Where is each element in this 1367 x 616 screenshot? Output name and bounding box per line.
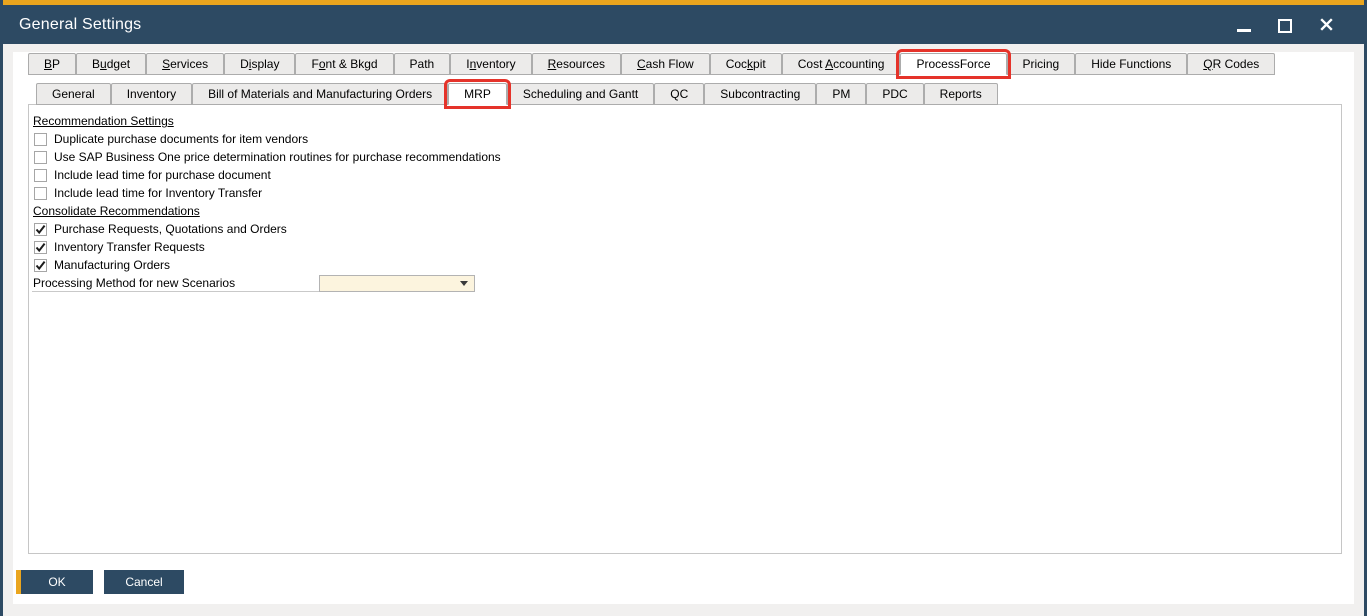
tab-cash-flow[interactable]: Cash Flow <box>621 53 710 75</box>
tab-cockpit[interactable]: Cockpit <box>710 53 782 75</box>
window-title: General Settings <box>19 16 141 34</box>
tab-path[interactable]: Path <box>394 53 451 75</box>
tab-label: MRP <box>464 87 491 101</box>
checkbox-row: Inventory Transfer Requests <box>32 238 1341 256</box>
checkbox-label: Use SAP Business One price determination… <box>54 150 501 164</box>
tab-bp[interactable]: BP <box>28 53 76 75</box>
tab-mrp[interactable]: MRP <box>448 83 507 105</box>
dropdown-label: Processing Method for new Scenarios <box>32 274 319 292</box>
window-controls <box>1236 17 1348 33</box>
checkbox-row: Include lead time for purchase document <box>32 166 1341 184</box>
cancel-button[interactable]: Cancel <box>104 570 184 594</box>
tab-font-bkgd[interactable]: Font & Bkgd <box>295 53 393 75</box>
tab-processforce[interactable]: ProcessForce <box>900 53 1006 75</box>
checkbox-purchase-requests-quotations-and-orders[interactable] <box>34 223 47 236</box>
general-settings-window: General Settings BP Budget Services Display… <box>0 0 1367 616</box>
tab-cost-accounting[interactable]: Cost Accounting <box>782 53 901 75</box>
tab-resources[interactable]: Resources <box>532 53 621 75</box>
tab-label: PDC <box>882 87 907 101</box>
section-heading-recommendation-settings: Recommendation Settings <box>32 112 1341 130</box>
checkbox-row: Manufacturing Orders <box>32 256 1341 274</box>
tab-general[interactable]: General <box>36 83 111 105</box>
tab-label: QR Codes <box>1203 57 1259 71</box>
mrp-settings-pane: Recommendation Settings Duplicate purchas… <box>28 104 1342 554</box>
checkbox-use-sap-business-one-price-determination-routines-for-purchase-recommendations[interactable] <box>34 151 47 164</box>
tab-qr-codes[interactable]: QR Codes <box>1187 53 1275 75</box>
minimize-button[interactable] <box>1236 17 1252 33</box>
tab-label: Hide Functions <box>1091 57 1171 71</box>
tab-label: BP <box>44 57 60 71</box>
processing-method-row: Processing Method for new Scenarios <box>32 274 1341 292</box>
checkbox-label: Manufacturing Orders <box>54 258 170 272</box>
checkbox-manufacturing-orders[interactable] <box>34 259 47 272</box>
checkbox-row: Include lead time for Inventory Transfer <box>32 184 1341 202</box>
tab-label: Inventory <box>127 87 176 101</box>
tab-services[interactable]: Services <box>146 53 224 75</box>
checkbox-label: Include lead time for Inventory Transfer <box>54 186 262 200</box>
processforce-notebook: General Inventory Bill of Materials and Ma… <box>28 83 1342 554</box>
tab-label: Inventory <box>466 57 515 71</box>
tab-label: Resources <box>548 57 605 71</box>
tab-pm[interactable]: PM <box>816 83 866 105</box>
tabstrip-level1: BP Budget Services Display Font & Bkgd Path In… <box>13 52 1354 75</box>
tab-label: Services <box>162 57 208 71</box>
settings-form: BP Budget Services Display Font & Bkgd Path In… <box>13 52 1354 604</box>
checkbox-label: Purchase Requests, Quotations and Orders <box>54 222 287 236</box>
checkbox-inventory-transfer-requests[interactable] <box>34 241 47 254</box>
tab-label: Cockpit <box>726 57 766 71</box>
tab-bill-of-materials-and-manufacturing-orders[interactable]: Bill of Materials and Manufacturing Orde… <box>192 83 448 105</box>
tab-inventory[interactable]: Inventory <box>450 53 531 75</box>
tab-label: Scheduling and Gantt <box>523 87 638 101</box>
maximize-button[interactable] <box>1277 17 1293 33</box>
checkbox-label: Inventory Transfer Requests <box>54 240 205 254</box>
tab-label: Reports <box>940 87 982 101</box>
tab-reports[interactable]: Reports <box>924 83 998 105</box>
tab-label: Cost Accounting <box>798 57 885 71</box>
checkbox-include-lead-time-for-inventory-transfer[interactable] <box>34 187 47 200</box>
processing-method-dropdown[interactable] <box>319 275 475 292</box>
tab-label: Budget <box>92 57 130 71</box>
checkbox-row: Use SAP Business One price determination… <box>32 148 1341 166</box>
tab-label: ProcessForce <box>916 57 990 71</box>
checkbox-duplicate-purchase-documents-for-item-vendors[interactable] <box>34 133 47 146</box>
tab-label: Subcontracting <box>720 87 800 101</box>
close-icon <box>1319 17 1334 32</box>
tab-label: Pricing <box>1023 57 1060 71</box>
tab-qc[interactable]: QC <box>654 83 704 105</box>
chevron-down-icon <box>460 281 468 286</box>
checkbox-include-lead-time-for-purchase-document[interactable] <box>34 169 47 182</box>
tab-label: Cash Flow <box>637 57 694 71</box>
close-button[interactable] <box>1318 17 1334 33</box>
titlebar: General Settings <box>3 5 1364 44</box>
tab-pdc[interactable]: PDC <box>866 83 923 105</box>
tab-inventory[interactable]: Inventory <box>111 83 192 105</box>
tab-budget[interactable]: Budget <box>76 53 146 75</box>
checkbox-row: Purchase Requests, Quotations and Orders <box>32 220 1341 238</box>
tab-scheduling-and-gantt[interactable]: Scheduling and Gantt <box>507 83 654 105</box>
tabstrip-level2: General Inventory Bill of Materials and Ma… <box>28 83 1342 105</box>
checkbox-row: Duplicate purchase documents for item ve… <box>32 130 1341 148</box>
checkbox-label: Duplicate purchase documents for item ve… <box>54 132 308 146</box>
tab-hide-functions[interactable]: Hide Functions <box>1075 53 1187 75</box>
tab-label: General <box>52 87 95 101</box>
section-heading-consolidate-recommendations: Consolidate Recommendations <box>32 202 1341 220</box>
tab-label: QC <box>670 87 688 101</box>
ok-button[interactable]: OK <box>16 570 93 594</box>
tab-label: Font & Bkgd <box>311 57 377 71</box>
maximize-icon <box>1278 19 1292 33</box>
minimize-icon <box>1237 29 1251 32</box>
tab-label: Bill of Materials and Manufacturing Orde… <box>208 87 432 101</box>
footer-buttons: OK Cancel <box>16 570 184 594</box>
checkbox-label: Include lead time for purchase document <box>54 168 271 182</box>
tab-display[interactable]: Display <box>224 53 295 75</box>
tab-label: Display <box>240 57 279 71</box>
tab-pricing[interactable]: Pricing <box>1007 53 1076 75</box>
tab-label: Path <box>410 57 435 71</box>
tab-subcontracting[interactable]: Subcontracting <box>704 83 816 105</box>
tab-label: PM <box>832 87 850 101</box>
